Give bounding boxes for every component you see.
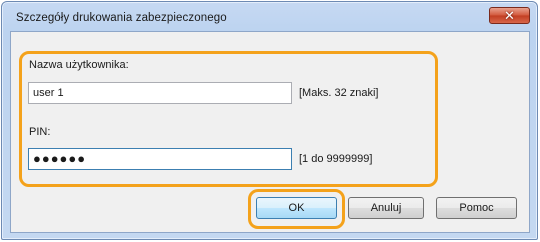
username-hint: [Maks. 32 znaki] [299, 87, 379, 99]
pin-label: PIN: [29, 126, 51, 138]
username-label: Nazwa użytkownika: [29, 59, 129, 71]
close-button[interactable]: ✕ [489, 7, 530, 24]
help-button[interactable]: Pomoc [436, 197, 517, 219]
ok-button[interactable]: OK [256, 197, 337, 219]
dialog-title: Szczegóły drukowania zabezpieczonego [16, 12, 227, 24]
pin-field[interactable]: ●●●●●● [28, 148, 292, 170]
username-field[interactable]: user 1 [28, 82, 292, 104]
close-icon: ✕ [504, 8, 515, 23]
dialog-body: Nazwa użytkownika: user 1 [Maks. 32 znak… [10, 31, 530, 233]
cancel-button[interactable]: Anuluj [348, 197, 424, 219]
dialog-window: Szczegóły drukowania zabezpieczonego ✕ N… [1, 1, 538, 240]
pin-hint: [1 do 9999999] [299, 153, 373, 165]
